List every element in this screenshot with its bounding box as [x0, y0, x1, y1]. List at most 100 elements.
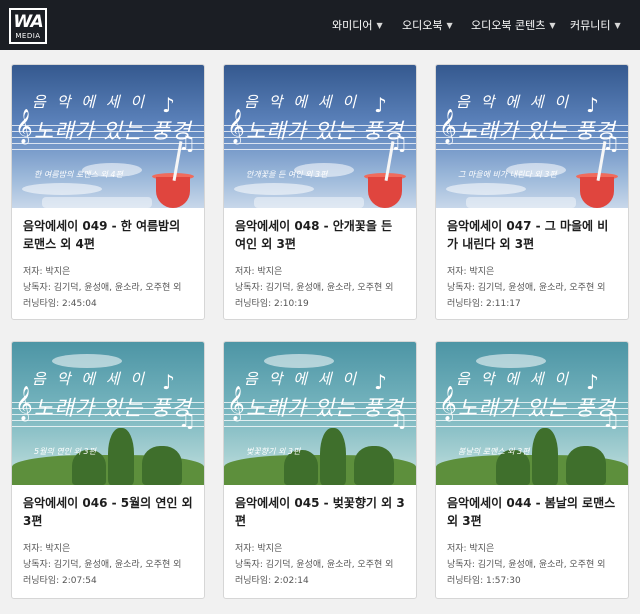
- audiobook-card[interactable]: 𝄞 ♪ ♫ 음 악 에 세 이 노래가 있는 풍경 안개꽃을 든 여인 외 3편…: [223, 64, 417, 320]
- audiobook-title-link[interactable]: 음악에세이 046 - 5월의 연인 외 3편: [23, 494, 194, 534]
- audiobook-title-link[interactable]: 음악에세이 044 - 봄날의 로맨스 외 3편: [447, 494, 618, 534]
- treble-clef-icon: 𝄞: [439, 386, 457, 421]
- treble-clef-icon: 𝄞: [227, 386, 245, 421]
- cover-title-line2: 노래가 있는 풍경: [246, 396, 404, 420]
- runtime-text: 러닝타임: 2:02:14: [235, 576, 309, 586]
- card-body: 음악에세이 044 - 봄날의 로맨스 외 3편 저자: 박지은 낭독자: 김기…: [436, 485, 628, 589]
- cover-title-line2: 노래가 있는 풍경: [458, 396, 616, 420]
- audiobook-card[interactable]: 𝄞 ♪ ♫ 음 악 에 세 이 노래가 있는 풍경 5월의 연인 외 3편 음악…: [11, 341, 205, 599]
- audiobook-cover-image[interactable]: 𝄞 ♪ ♫ 음 악 에 세 이 노래가 있는 풍경 그 마을에 비가 내린다 외…: [436, 65, 628, 208]
- author-text: 저자: 박지은: [23, 267, 71, 277]
- audiobook-meta: 저자: 박지은 낭독자: 김기덕, 윤성애, 윤소라, 오주현 외 러닝타임: …: [235, 264, 406, 312]
- cover-subtitle: 안개꽃을 든 여인 외 3편: [246, 170, 328, 179]
- nav-menu-wamedia[interactable]: 와미디어 ▼: [332, 0, 383, 50]
- cover-title-line1: 음 악 에 세 이: [456, 93, 572, 111]
- audiobook-card[interactable]: 𝄞 ♪ ♫ 음 악 에 세 이 노래가 있는 풍경 그 마을에 비가 내린다 외…: [435, 64, 629, 320]
- audiobook-cover-image[interactable]: 𝄞 ♪ ♫ 음 악 에 세 이 노래가 있는 풍경 한 여름밤의 로맨스 외 4…: [12, 65, 204, 208]
- audiobook-cover-image[interactable]: 𝄞 ♪ ♫ 음 악 에 세 이 노래가 있는 풍경 벚꽃향기 외 3편: [224, 342, 416, 485]
- author-text: 저자: 박지은: [235, 544, 283, 554]
- card-body: 음악에세이 046 - 5월의 연인 외 3편 저자: 박지은 낭독자: 김기덕…: [12, 485, 204, 589]
- card-body: 음악에세이 045 - 벚꽃향기 외 3편 저자: 박지은 낭독자: 김기덕, …: [224, 485, 416, 589]
- audiobook-card[interactable]: 𝄞 ♪ ♫ 음 악 에 세 이 노래가 있는 풍경 한 여름밤의 로맨스 외 4…: [11, 64, 205, 320]
- audiobook-meta: 저자: 박지은 낭독자: 김기덕, 윤성애, 윤소라, 오주현 외 러닝타임: …: [447, 264, 618, 312]
- music-note-icon: ♪: [374, 370, 387, 394]
- wa-media-logo[interactable]: WA MEDIA: [9, 8, 47, 44]
- narrators-text: 낭독자: 김기덕, 윤성애, 윤소라, 오주현 외: [447, 560, 606, 570]
- nav-label: 오디오북: [402, 19, 443, 32]
- cover-title-line1: 음 악 에 세 이: [244, 370, 360, 388]
- drink-glass-image: [368, 177, 402, 208]
- treble-clef-icon: 𝄞: [15, 109, 33, 144]
- author-text: 저자: 박지은: [235, 267, 283, 277]
- music-note-icon: ♪: [162, 370, 175, 394]
- cover-subtitle: 봄날의 로맨스 외 3편: [458, 447, 530, 456]
- audiobook-title-link[interactable]: 음악에세이 048 - 안개꽃을 든 여인 외 3편: [235, 217, 406, 257]
- cover-title-line2: 노래가 있는 풍경: [34, 119, 192, 143]
- treble-clef-icon: 𝄞: [15, 386, 33, 421]
- cover-subtitle: 벚꽃향기 외 3편: [246, 447, 301, 456]
- music-note-icon: ♪: [374, 93, 387, 117]
- runtime-text: 러닝타임: 2:07:54: [23, 576, 97, 586]
- narrators-text: 낭독자: 김기덕, 윤성애, 윤소라, 오주현 외: [235, 283, 394, 293]
- author-text: 저자: 박지은: [23, 544, 71, 554]
- narrators-text: 낭독자: 김기덕, 윤성애, 윤소라, 오주현 외: [235, 560, 394, 570]
- card-body: 음악에세이 048 - 안개꽃을 든 여인 외 3편 저자: 박지은 낭독자: …: [224, 208, 416, 312]
- author-text: 저자: 박지은: [447, 267, 495, 277]
- nav-menu-audiobook-contents[interactable]: 오디오북 콘텐츠 ▼: [471, 0, 556, 50]
- card-body: 음악에세이 049 - 한 여름밤의 로맨스 외 4편 저자: 박지은 낭독자:…: [12, 208, 204, 312]
- logo-subtext: MEDIA: [15, 32, 41, 40]
- music-note-icon: ♪: [586, 370, 599, 394]
- cover-title-line1: 음 악 에 세 이: [456, 370, 572, 388]
- ice-shape: [254, 197, 364, 208]
- treble-clef-icon: 𝄞: [439, 109, 457, 144]
- cover-title-line1: 음 악 에 세 이: [32, 370, 148, 388]
- cover-title-line1: 음 악 에 세 이: [244, 93, 360, 111]
- cover-title-line2: 노래가 있는 풍경: [34, 396, 192, 420]
- nav-label: 커뮤니티: [570, 19, 611, 32]
- music-note-icon: ♪: [586, 93, 599, 117]
- nav-menu-community[interactable]: 커뮤니티 ▼: [570, 0, 621, 50]
- runtime-text: 러닝타임: 1:57:30: [447, 576, 521, 586]
- nav-label: 와미디어: [332, 19, 373, 32]
- audiobook-meta: 저자: 박지은 낭독자: 김기덕, 윤성애, 윤소라, 오주현 외 러닝타임: …: [23, 264, 194, 312]
- nav-menu-audiobook[interactable]: 오디오북 ▼: [402, 0, 453, 50]
- nav-label: 오디오북 콘텐츠: [471, 19, 546, 32]
- audiobook-title-link[interactable]: 음악에세이 045 - 벚꽃향기 외 3편: [235, 494, 406, 534]
- audiobook-meta: 저자: 박지은 낭독자: 김기덕, 윤성애, 윤소라, 오주현 외 러닝타임: …: [235, 541, 406, 589]
- cover-subtitle: 5월의 연인 외 3편: [34, 447, 96, 456]
- audiobook-card[interactable]: 𝄞 ♪ ♫ 음 악 에 세 이 노래가 있는 풍경 봄날의 로맨스 외 3편 음…: [435, 341, 629, 599]
- chevron-down-icon: ▼: [614, 20, 621, 30]
- cover-subtitle: 그 마을에 비가 내린다 외 3편: [458, 170, 557, 179]
- audiobook-cover-image[interactable]: 𝄞 ♪ ♫ 음 악 에 세 이 노래가 있는 풍경 봄날의 로맨스 외 3편: [436, 342, 628, 485]
- ice-shape: [466, 197, 576, 208]
- narrators-text: 낭독자: 김기덕, 윤성애, 윤소라, 오주현 외: [23, 560, 182, 570]
- cover-subtitle: 한 여름밤의 로맨스 외 4편: [34, 170, 123, 179]
- audiobook-title-link[interactable]: 음악에세이 049 - 한 여름밤의 로맨스 외 4편: [23, 217, 194, 257]
- chevron-down-icon: ▼: [446, 20, 453, 30]
- treble-clef-icon: 𝄞: [227, 109, 245, 144]
- audiobook-title-link[interactable]: 음악에세이 047 - 그 마을에 비가 내린다 외 3편: [447, 217, 618, 257]
- drink-glass-image: [156, 177, 190, 208]
- audiobook-card[interactable]: 𝄞 ♪ ♫ 음 악 에 세 이 노래가 있는 풍경 벚꽃향기 외 3편 음악에세…: [223, 341, 417, 599]
- cover-title-line1: 음 악 에 세 이: [32, 93, 148, 111]
- audiobook-cover-image[interactable]: 𝄞 ♪ ♫ 음 악 에 세 이 노래가 있는 풍경 안개꽃을 든 여인 외 3편: [224, 65, 416, 208]
- cover-title-line2: 노래가 있는 풍경: [458, 119, 616, 143]
- chevron-down-icon: ▼: [376, 20, 383, 30]
- runtime-text: 러닝타임: 2:11:17: [447, 299, 521, 309]
- logo-text: WA: [13, 12, 43, 32]
- runtime-text: 러닝타임: 2:10:19: [235, 299, 309, 309]
- card-body: 음악에세이 047 - 그 마을에 비가 내린다 외 3편 저자: 박지은 낭독…: [436, 208, 628, 312]
- top-navigation-bar: WA MEDIA 와미디어 ▼ 오디오북 ▼ 오디오북 콘텐츠 ▼ 커뮤니티 ▼: [0, 0, 640, 50]
- narrators-text: 낭독자: 김기덕, 윤성애, 윤소라, 오주현 외: [447, 283, 606, 293]
- drink-glass-image: [580, 177, 614, 208]
- runtime-text: 러닝타임: 2:45:04: [23, 299, 97, 309]
- narrators-text: 낭독자: 김기덕, 윤성애, 윤소라, 오주현 외: [23, 283, 182, 293]
- audiobook-meta: 저자: 박지은 낭독자: 김기덕, 윤성애, 윤소라, 오주현 외 러닝타임: …: [23, 541, 194, 589]
- author-text: 저자: 박지은: [447, 544, 495, 554]
- ice-shape: [42, 197, 152, 208]
- chevron-down-icon: ▼: [549, 20, 556, 30]
- music-note-icon: ♪: [162, 93, 175, 117]
- audiobook-meta: 저자: 박지은 낭독자: 김기덕, 윤성애, 윤소라, 오주현 외 러닝타임: …: [447, 541, 618, 589]
- cover-title-line2: 노래가 있는 풍경: [246, 119, 404, 143]
- audiobook-cover-image[interactable]: 𝄞 ♪ ♫ 음 악 에 세 이 노래가 있는 풍경 5월의 연인 외 3편: [12, 342, 204, 485]
